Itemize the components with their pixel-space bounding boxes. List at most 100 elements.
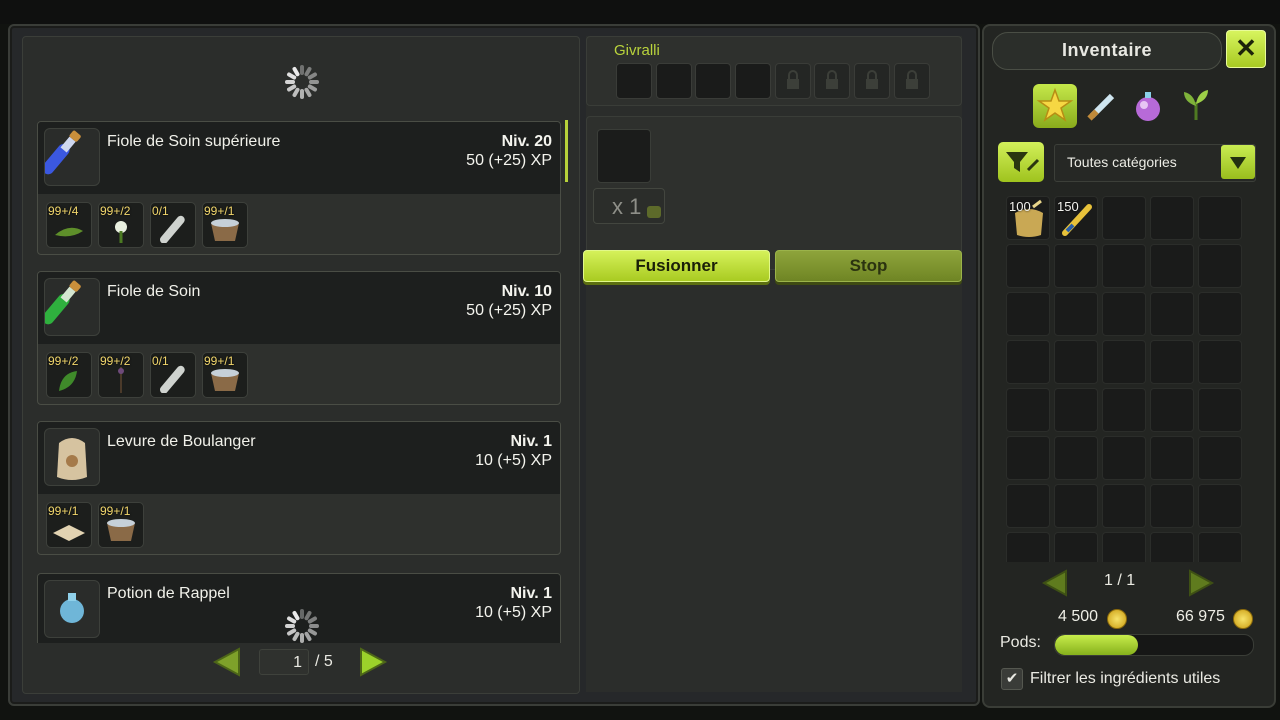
fusionner-button[interactable]: Fusionner	[583, 250, 770, 282]
recipe-list[interactable]: Fiole de Soin supérieure Niv. 20 50 (+25…	[37, 121, 563, 643]
page-number-input[interactable]: 1	[259, 649, 309, 675]
item-count: 100	[1009, 199, 1031, 214]
inventory-slot[interactable]: 100	[1006, 196, 1050, 240]
recipe-card[interactable]: Levure de Boulanger Niv. 1 10 (+5) XP 99…	[37, 421, 561, 555]
pods-label: Pods:	[1000, 634, 1041, 651]
category-dropdown[interactable]: Toutes catégories	[1054, 144, 1256, 182]
stop-button[interactable]: Stop	[775, 250, 962, 282]
recipe-scrollbar[interactable]	[565, 120, 568, 182]
spinner-segment	[285, 80, 295, 84]
craft-slot[interactable]	[695, 63, 731, 99]
inventory-slot[interactable]	[1006, 436, 1050, 480]
recipe-level: Niv. 1	[510, 585, 553, 602]
prev-page-arrow-icon[interactable]	[209, 645, 243, 679]
inventory-slot[interactable]	[1006, 292, 1050, 336]
inventory-slot[interactable]	[1150, 436, 1194, 480]
inventory-slot[interactable]	[1102, 484, 1146, 528]
inventory-slot[interactable]	[1054, 484, 1098, 528]
inventory-slot[interactable]	[1006, 244, 1050, 288]
herb-icon	[55, 227, 83, 237]
inventory-slot[interactable]	[1150, 244, 1194, 288]
inventory-slot[interactable]	[1006, 484, 1050, 528]
inventory-slot[interactable]	[1054, 436, 1098, 480]
ingredient-slot[interactable]: 0/1	[150, 202, 196, 248]
inventory-next-arrow-icon[interactable]	[1184, 566, 1218, 600]
inventory-slot[interactable]	[1102, 436, 1146, 480]
inventory-slot[interactable]	[1150, 196, 1194, 240]
inventory-slot[interactable]	[1150, 484, 1194, 528]
inventory-slot[interactable]	[1198, 340, 1242, 384]
inventory-slot[interactable]	[1198, 484, 1242, 528]
inventory-slot[interactable]	[1150, 292, 1194, 336]
recipe-name: Potion de Rappel	[107, 585, 230, 602]
item-count: 150	[1057, 199, 1079, 214]
inventory-slot[interactable]	[1150, 532, 1194, 562]
inventory-slot[interactable]	[1054, 340, 1098, 384]
inventory-slot[interactable]	[1102, 388, 1146, 432]
kamas-amount-left: 4 500	[1058, 608, 1099, 625]
quantity-edit-button[interactable]	[647, 206, 661, 218]
ingredient-slot[interactable]: 99+/2	[98, 202, 144, 248]
next-page-arrow-icon[interactable]	[357, 645, 391, 679]
ingredient-slot[interactable]: 99+/4	[46, 202, 92, 248]
ingredient-slot[interactable]: 0/1	[150, 352, 196, 398]
bucket-icon	[211, 369, 239, 391]
ingredient-slot[interactable]: 99+/1	[98, 502, 144, 548]
inventory-slot[interactable]: 150	[1054, 196, 1098, 240]
page-total: / 5	[315, 653, 333, 670]
ingredient-slot[interactable]: 99+/2	[98, 352, 144, 398]
recipe-xp: 10 (+5) XP	[475, 452, 552, 469]
inventory-page-indicator: 1 / 1	[1104, 572, 1136, 589]
inventory-slot[interactable]	[1102, 532, 1146, 562]
inventory-slot[interactable]	[1198, 532, 1242, 562]
ingredient-slot[interactable]: 99+/1	[202, 352, 248, 398]
kama-coin-icon	[1107, 609, 1127, 629]
inventory-slot[interactable]	[1150, 388, 1194, 432]
inventory-slot[interactable]	[1198, 436, 1242, 480]
inventory-slot[interactable]	[1054, 388, 1098, 432]
inventory-slot[interactable]	[1054, 532, 1098, 562]
inventory-slot[interactable]	[1198, 388, 1242, 432]
tab-resources-plant-icon[interactable]	[1174, 84, 1218, 128]
category-label: Toutes catégories	[1067, 154, 1177, 170]
inventory-prev-arrow-icon[interactable]	[1038, 566, 1072, 600]
inventory-slot[interactable]	[1102, 244, 1146, 288]
ingredient-slot[interactable]: 99+/1	[202, 202, 248, 248]
inventory-slot[interactable]	[1006, 388, 1050, 432]
filter-funnel-icon[interactable]	[998, 142, 1044, 182]
tab-favorites-star-icon[interactable]	[1033, 84, 1077, 128]
bucket-icon	[211, 219, 239, 241]
inventory-grid[interactable]: 100 150	[1006, 196, 1250, 562]
flour-icon	[53, 525, 85, 541]
craft-slot[interactable]	[735, 63, 771, 99]
inventory-slot[interactable]	[1150, 340, 1194, 384]
chevron-down-icon[interactable]	[1221, 145, 1255, 179]
inventory-slot[interactable]	[1102, 196, 1146, 240]
tab-equipment-sword-icon[interactable]	[1080, 84, 1124, 128]
result-slot[interactable]	[597, 129, 651, 183]
kama-coin-icon	[1233, 609, 1253, 629]
recipe-xp: 50 (+25) XP	[466, 302, 552, 319]
pods-progress-bar	[1054, 634, 1254, 656]
recipe-header: Fiole de Soin Niv. 10 50 (+25) XP	[38, 272, 560, 344]
inventory-slot[interactable]	[1198, 196, 1242, 240]
inventory-slot[interactable]	[1102, 340, 1146, 384]
tab-consumables-potion-icon[interactable]	[1126, 84, 1170, 128]
ingredient-slot[interactable]: 99+/2	[46, 352, 92, 398]
recipe-card[interactable]: Fiole de Soin supérieure Niv. 20 50 (+25…	[37, 121, 561, 255]
recipe-card[interactable]: Fiole de Soin Niv. 10 50 (+25) XP 99+/2 …	[37, 271, 561, 405]
ingredient-slot[interactable]: 99+/1	[46, 502, 92, 548]
inventory-slot[interactable]	[1102, 292, 1146, 336]
inventory-slot[interactable]	[1006, 340, 1050, 384]
recall-potion-icon	[44, 580, 100, 638]
close-button[interactable]: ✕	[1226, 30, 1266, 68]
inventory-slot[interactable]	[1006, 532, 1050, 562]
filter-useful-checkbox[interactable]: ✔	[1001, 668, 1023, 690]
inventory-slot[interactable]	[1198, 292, 1242, 336]
craft-slot[interactable]	[656, 63, 692, 99]
inventory-slot[interactable]	[1054, 244, 1098, 288]
inventory-slot[interactable]	[1198, 244, 1242, 288]
craft-slot[interactable]	[616, 63, 652, 99]
pods-progress-fill	[1055, 635, 1139, 655]
inventory-slot[interactable]	[1054, 292, 1098, 336]
